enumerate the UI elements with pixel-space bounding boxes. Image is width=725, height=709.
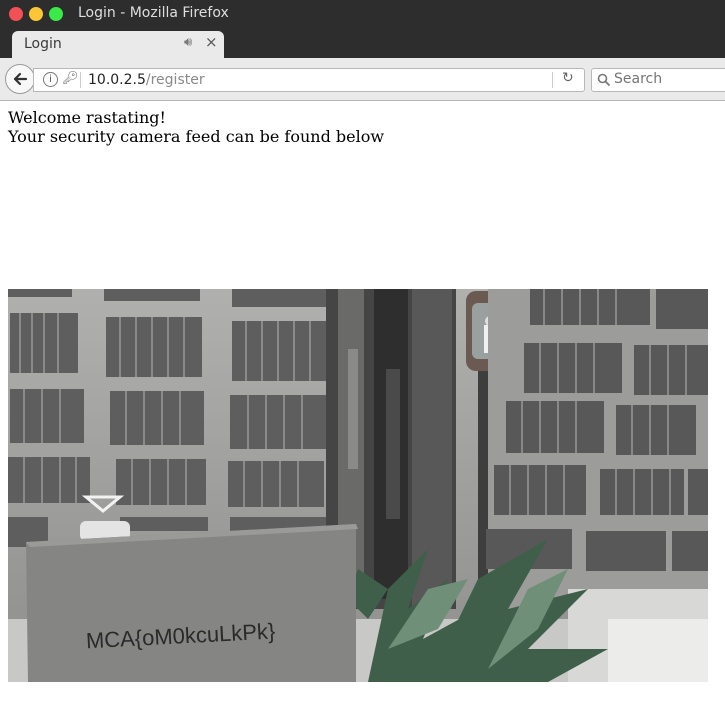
url-host: 10.0.2.5 bbox=[88, 72, 146, 88]
navigation-bar: i 🔑︎ 10.0.2.5/register ↻ bbox=[0, 58, 725, 101]
back-arrow-icon bbox=[13, 72, 28, 86]
camera-image: MCA{oM0kcuLkPk} bbox=[8, 289, 708, 682]
camera-feed: MCA{oM0kcuLkPk} bbox=[8, 289, 708, 682]
speaker-icon[interactable]: 🔊︎ bbox=[184, 35, 192, 50]
back-button[interactable] bbox=[5, 64, 35, 94]
tab-login[interactable]: Login 🔊︎ × bbox=[12, 31, 224, 58]
maximize-window-icon[interactable] bbox=[49, 7, 63, 21]
search-bar[interactable] bbox=[591, 68, 725, 92]
close-icon[interactable]: × bbox=[205, 33, 218, 51]
camera-message: Your security camera feed can be found b… bbox=[8, 127, 385, 146]
tab-label: Login bbox=[24, 36, 62, 52]
url-bar[interactable]: i 🔑︎ 10.0.2.5/register ↻ bbox=[33, 68, 585, 92]
info-icon[interactable]: i bbox=[43, 72, 58, 87]
url-text[interactable]: 10.0.2.5/register bbox=[88, 72, 205, 88]
search-icon bbox=[597, 73, 611, 87]
title-bar: Login - Mozilla Firefox bbox=[0, 0, 725, 28]
window-title: Login - Mozilla Firefox bbox=[78, 5, 229, 21]
url-path: /register bbox=[145, 72, 205, 88]
url-divider-right bbox=[552, 72, 553, 88]
search-input[interactable] bbox=[614, 71, 724, 87]
reload-icon[interactable]: ↻ bbox=[562, 70, 574, 86]
url-divider bbox=[80, 72, 81, 88]
tab-bar: Login 🔊︎ × + bbox=[0, 28, 725, 82]
welcome-text: Welcome rastating! bbox=[8, 108, 166, 127]
page-content: Welcome rastating! Your security camera … bbox=[8, 108, 384, 146]
minimize-window-icon[interactable] bbox=[29, 7, 43, 21]
key-icon[interactable]: 🔑︎ bbox=[62, 71, 79, 86]
close-window-icon[interactable] bbox=[9, 7, 23, 21]
